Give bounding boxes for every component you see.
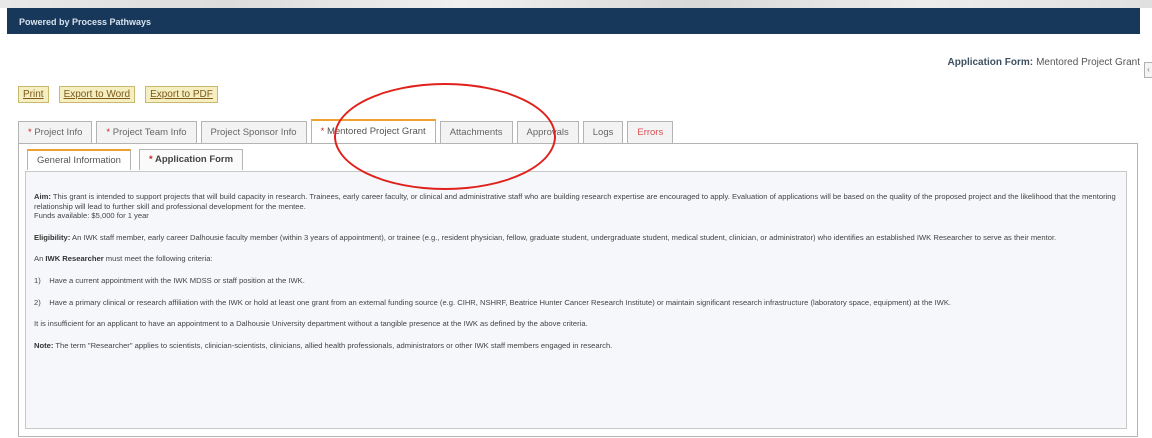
subtab-label: Application Form [154, 154, 234, 165]
header-banner: Powered by Process Pathways [7, 8, 1140, 34]
tab-mentored-project-grant[interactable]: * Mentored Project Grant [310, 119, 436, 145]
eligibility-label: Eligibility: [34, 232, 71, 242]
application-form-label: Application Form: Mentored Project Grant [948, 57, 1141, 68]
list-number: 2) [34, 297, 41, 307]
list-text: Have a current appointment with the IWK … [49, 275, 305, 285]
criteria-intro: An IWK Researcher must meet the followin… [34, 254, 1118, 264]
general-information-content: Aim: This grant is intended to support p… [25, 171, 1127, 429]
tab-label: Project Sponsor Info [210, 127, 297, 138]
tab-project-team-info[interactable]: * Project Team Info [96, 121, 197, 143]
application-form-value: Mentored Project Grant [1036, 57, 1140, 68]
required-marker: * [106, 127, 111, 138]
criteria-pre: An [34, 254, 44, 264]
tab-logs[interactable]: Logs [582, 121, 624, 143]
funds-text: Funds available: $5,000 for 1 year [34, 211, 149, 221]
tab-panel: General Information * Application Form A… [18, 143, 1138, 437]
criteria-bold: IWK Researcher [45, 254, 104, 264]
tab-project-info[interactable]: * Project Info [18, 121, 93, 143]
list-number: 1) [34, 275, 41, 285]
insufficient-paragraph: It is insufficient for an applicant to h… [34, 319, 588, 329]
application-form-key: Application Form: [947, 57, 1034, 68]
tab-label: Logs [592, 127, 614, 138]
aim-text: This grant is intended to support projec… [34, 192, 1116, 211]
export-word-button[interactable]: Export to Word [58, 86, 136, 103]
criteria-post: must meet the following criteria: [105, 254, 213, 264]
note-text: The term "Researcher" applies to scienti… [55, 340, 613, 350]
tab-label: Attachments [449, 127, 503, 138]
action-buttons: Print Export to Word Export to PDF [18, 86, 218, 103]
note-label: Note: [34, 340, 54, 350]
aim-label: Aim: [34, 192, 51, 201]
banner-text: Powered by Process Pathways [19, 17, 152, 27]
note-paragraph: Note: The term "Researcher" applies to s… [34, 341, 1118, 351]
export-pdf-button[interactable]: Export to PDF [145, 86, 218, 103]
print-button[interactable]: Print [18, 86, 49, 103]
required-marker: * [320, 126, 325, 137]
tab-attachments[interactable]: Attachments [439, 121, 513, 143]
tab-label: Project Info [34, 127, 83, 138]
required-marker: * [28, 127, 32, 138]
tab-label: Project Team Info [112, 127, 187, 138]
tab-project-sponsor-info[interactable]: Project Sponsor Info [200, 121, 307, 143]
eligibility-paragraph: Eligibility: An IWK staff member, early … [34, 233, 1118, 243]
form-tabs: * Project Info * Project Team Info Proje… [18, 119, 674, 145]
tab-approvals[interactable]: Approvals [516, 121, 579, 143]
tab-label: Errors [637, 127, 664, 138]
sub-tabs: General Information * Application Form [27, 149, 244, 170]
tab-label: Mentored Project Grant [326, 126, 426, 137]
eligibility-text: An IWK staff member, early career Dalhou… [72, 232, 1057, 242]
collapse-handle-icon[interactable]: ‹ [1144, 62, 1152, 78]
list-item: 2) Have a primary clinical or research a… [34, 298, 1118, 308]
required-marker: * [148, 154, 153, 165]
aim-paragraph: Aim: This grant is intended to support p… [34, 192, 1118, 221]
top-browser-strip [0, 0, 1152, 8]
subtab-application-form[interactable]: * Application Form [138, 149, 244, 170]
subtab-general-information[interactable]: General Information [27, 149, 131, 170]
list-item: 1) Have a current appointment with the I… [34, 276, 1118, 286]
tab-label: Approvals [526, 127, 569, 138]
criteria-list: 1) Have a current appointment with the I… [34, 276, 1118, 307]
tab-errors[interactable]: Errors [627, 121, 674, 143]
list-text: Have a primary clinical or research affi… [49, 297, 952, 307]
